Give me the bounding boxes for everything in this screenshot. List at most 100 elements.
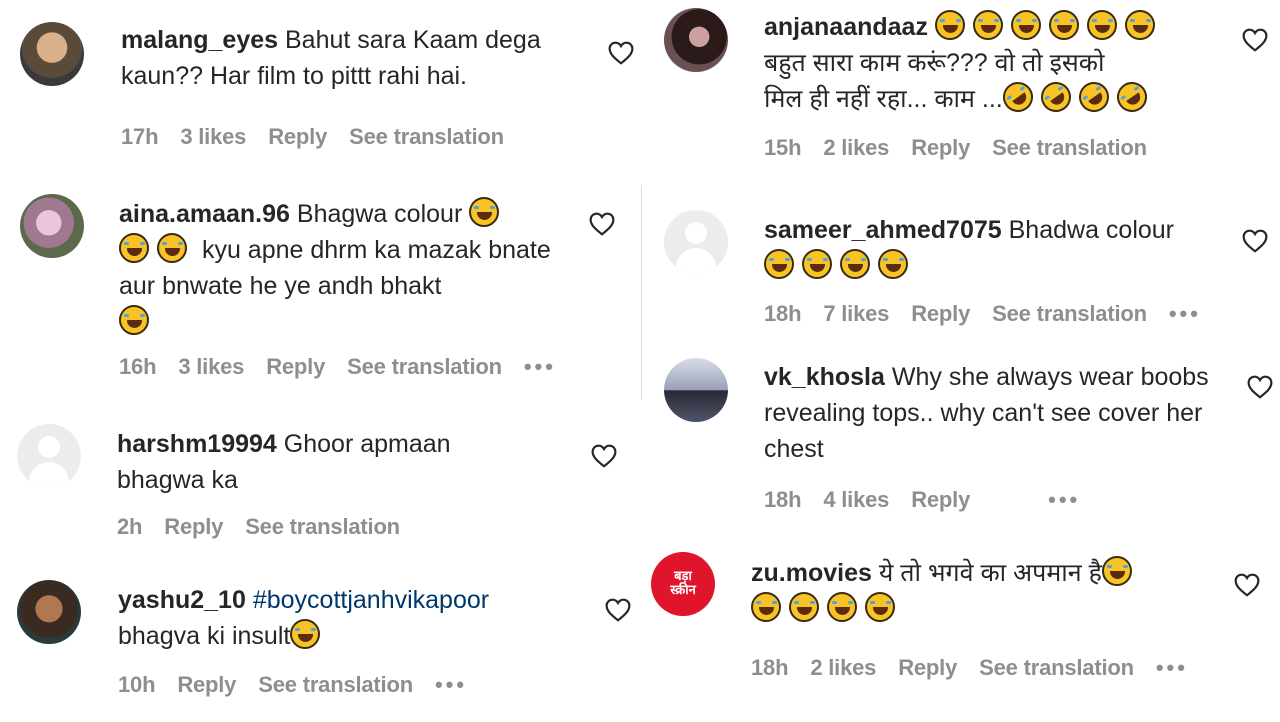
comment-meta: 18h 2 likes Reply See translation ••• <box>751 655 1210 681</box>
heart-outline-icon[interactable] <box>1234 573 1260 597</box>
see-translation-button[interactable]: See translation <box>245 514 400 539</box>
comment-meta: 10h Reply See translation ••• <box>118 672 489 698</box>
avatar[interactable]: बड़ा स्क्रीन <box>651 552 715 616</box>
comment-body: malang_eyes Bahut sara Kaam dega kaun?? … <box>121 22 591 94</box>
joy-emoji-icon <box>469 197 500 227</box>
heart-outline-icon[interactable] <box>589 212 615 236</box>
comment-meta: 18h 4 likes Reply ••• <box>764 487 1102 513</box>
avatar[interactable] <box>20 194 84 258</box>
joy-emoji-icon <box>119 233 149 263</box>
reply-button[interactable]: Reply <box>177 672 236 697</box>
username[interactable]: vk_khosla <box>764 363 885 391</box>
rofl-emoji-icon <box>1110 76 1153 118</box>
joy-emoji-icon <box>1048 10 1079 40</box>
comment-text: bhagva ki insult <box>118 622 291 650</box>
likes-count[interactable]: 4 likes <box>823 487 889 512</box>
see-translation-button[interactable]: See translation <box>258 672 413 697</box>
avatar[interactable] <box>20 22 84 86</box>
comment-text: Bhagwa colour <box>296 200 463 228</box>
more-dots-icon[interactable]: ••• <box>524 354 556 379</box>
timestamp[interactable]: 2h <box>117 514 142 539</box>
timestamp[interactable]: 18h <box>751 655 789 680</box>
joy-emoji-icon <box>119 305 149 335</box>
reply-button[interactable]: Reply <box>911 135 970 160</box>
joy-emoji-icon <box>751 592 781 622</box>
rofl-emoji-icon <box>1072 76 1115 118</box>
comment-body: sameer_ahmed7075 Bhadwa colour <box>764 212 1234 284</box>
more-dots-icon[interactable]: ••• <box>1048 487 1080 512</box>
comment-meta: 2h Reply See translation <box>117 514 422 540</box>
joy-emoji-icon <box>972 10 1003 40</box>
joy-emoji-icon <box>840 249 870 279</box>
username[interactable]: yashu2_10 <box>118 586 246 614</box>
channel-logo: बड़ा स्क्रीन <box>670 569 696 598</box>
likes-count[interactable]: 3 likes <box>180 124 246 149</box>
see-translation-button[interactable]: See translation <box>347 354 502 379</box>
heart-outline-icon[interactable] <box>1242 28 1268 52</box>
username[interactable]: zu.movies <box>751 559 872 587</box>
joy-emoji-icon <box>1010 10 1041 40</box>
comment-body: harshm19994 Ghoor apmaan bhagwa ka <box>117 426 507 498</box>
joy-emoji-icon <box>157 233 187 263</box>
avatar[interactable] <box>17 424 81 488</box>
comment-body: vk_khosla Why she always wear boobs reve… <box>764 359 1234 467</box>
hashtag-link[interactable]: #boycottjanhvikapoor <box>253 586 489 614</box>
username[interactable]: harshm19994 <box>117 430 277 458</box>
avatar[interactable] <box>664 210 728 274</box>
comment-meta: 16h 3 likes Reply See translation ••• <box>119 354 578 380</box>
comment-body: anjanaandaaz बहुत सारा काम करूं??? वो तो… <box>764 9 1204 118</box>
see-translation-button[interactable]: See translation <box>349 124 504 149</box>
likes-count[interactable]: 3 likes <box>178 354 244 379</box>
joy-emoji-icon <box>1101 556 1132 586</box>
timestamp[interactable]: 10h <box>118 672 156 697</box>
comment-meta: 17h 3 likes Reply See translation <box>121 124 526 150</box>
timestamp[interactable]: 17h <box>121 124 159 149</box>
reply-button[interactable]: Reply <box>268 124 327 149</box>
username[interactable]: aina.amaan.96 <box>119 200 290 228</box>
likes-count[interactable]: 2 likes <box>823 135 889 160</box>
reply-button[interactable]: Reply <box>164 514 223 539</box>
heart-outline-icon[interactable] <box>591 444 617 468</box>
see-translation-button[interactable]: See translation <box>992 135 1147 160</box>
likes-count[interactable]: 2 likes <box>810 655 876 680</box>
avatar[interactable] <box>17 580 81 644</box>
comment-body: zu.movies ये तो भगवे का अपमान है <box>751 555 1221 627</box>
heart-outline-icon[interactable] <box>605 598 631 622</box>
comment-meta: 15h 2 likes Reply See translation <box>764 135 1169 161</box>
timestamp[interactable]: 15h <box>764 135 802 160</box>
reply-button[interactable]: Reply <box>266 354 325 379</box>
heart-outline-icon[interactable] <box>1242 229 1268 253</box>
joy-emoji-icon <box>1124 10 1155 40</box>
heart-outline-icon[interactable] <box>608 41 634 65</box>
joy-emoji-icon <box>789 592 819 622</box>
see-translation-button[interactable]: See translation <box>979 655 1134 680</box>
see-translation-button[interactable]: See translation <box>992 301 1147 326</box>
comment-text: Bhadwa colour <box>1008 216 1175 244</box>
comment-body: aina.amaan.96 Bhagwa colour kyu apne dhr… <box>119 196 559 340</box>
more-dots-icon[interactable]: ••• <box>435 672 467 697</box>
joy-emoji-icon <box>1086 10 1117 40</box>
avatar[interactable] <box>664 358 728 422</box>
timestamp[interactable]: 18h <box>764 301 802 326</box>
comment-text: बहुत सारा काम करूं??? वो तो इसको <box>764 49 1105 77</box>
joy-emoji-icon <box>865 592 895 622</box>
comment-text: मिल ही नहीं रहा... काम ... <box>764 85 1003 113</box>
column-divider <box>641 185 642 400</box>
timestamp[interactable]: 16h <box>119 354 157 379</box>
more-dots-icon[interactable]: ••• <box>1156 655 1188 680</box>
avatar[interactable] <box>664 8 728 72</box>
comment-meta: 18h 7 likes Reply See translation ••• <box>764 301 1223 327</box>
reply-button[interactable]: Reply <box>911 301 970 326</box>
heart-outline-icon[interactable] <box>1247 375 1273 399</box>
username[interactable]: anjanaandaaz <box>764 13 928 41</box>
rofl-emoji-icon <box>1034 76 1077 118</box>
likes-count[interactable]: 7 likes <box>823 301 889 326</box>
reply-button[interactable]: Reply <box>898 655 957 680</box>
username[interactable]: malang_eyes <box>121 26 278 54</box>
username[interactable]: sameer_ahmed7075 <box>764 216 1002 244</box>
joy-emoji-icon <box>764 249 794 279</box>
timestamp[interactable]: 18h <box>764 487 802 512</box>
reply-button[interactable]: Reply <box>911 487 970 512</box>
more-dots-icon[interactable]: ••• <box>1169 301 1201 326</box>
comment-body: yashu2_10 #boycottjanhvikapoor bhagva ki… <box>118 582 558 654</box>
